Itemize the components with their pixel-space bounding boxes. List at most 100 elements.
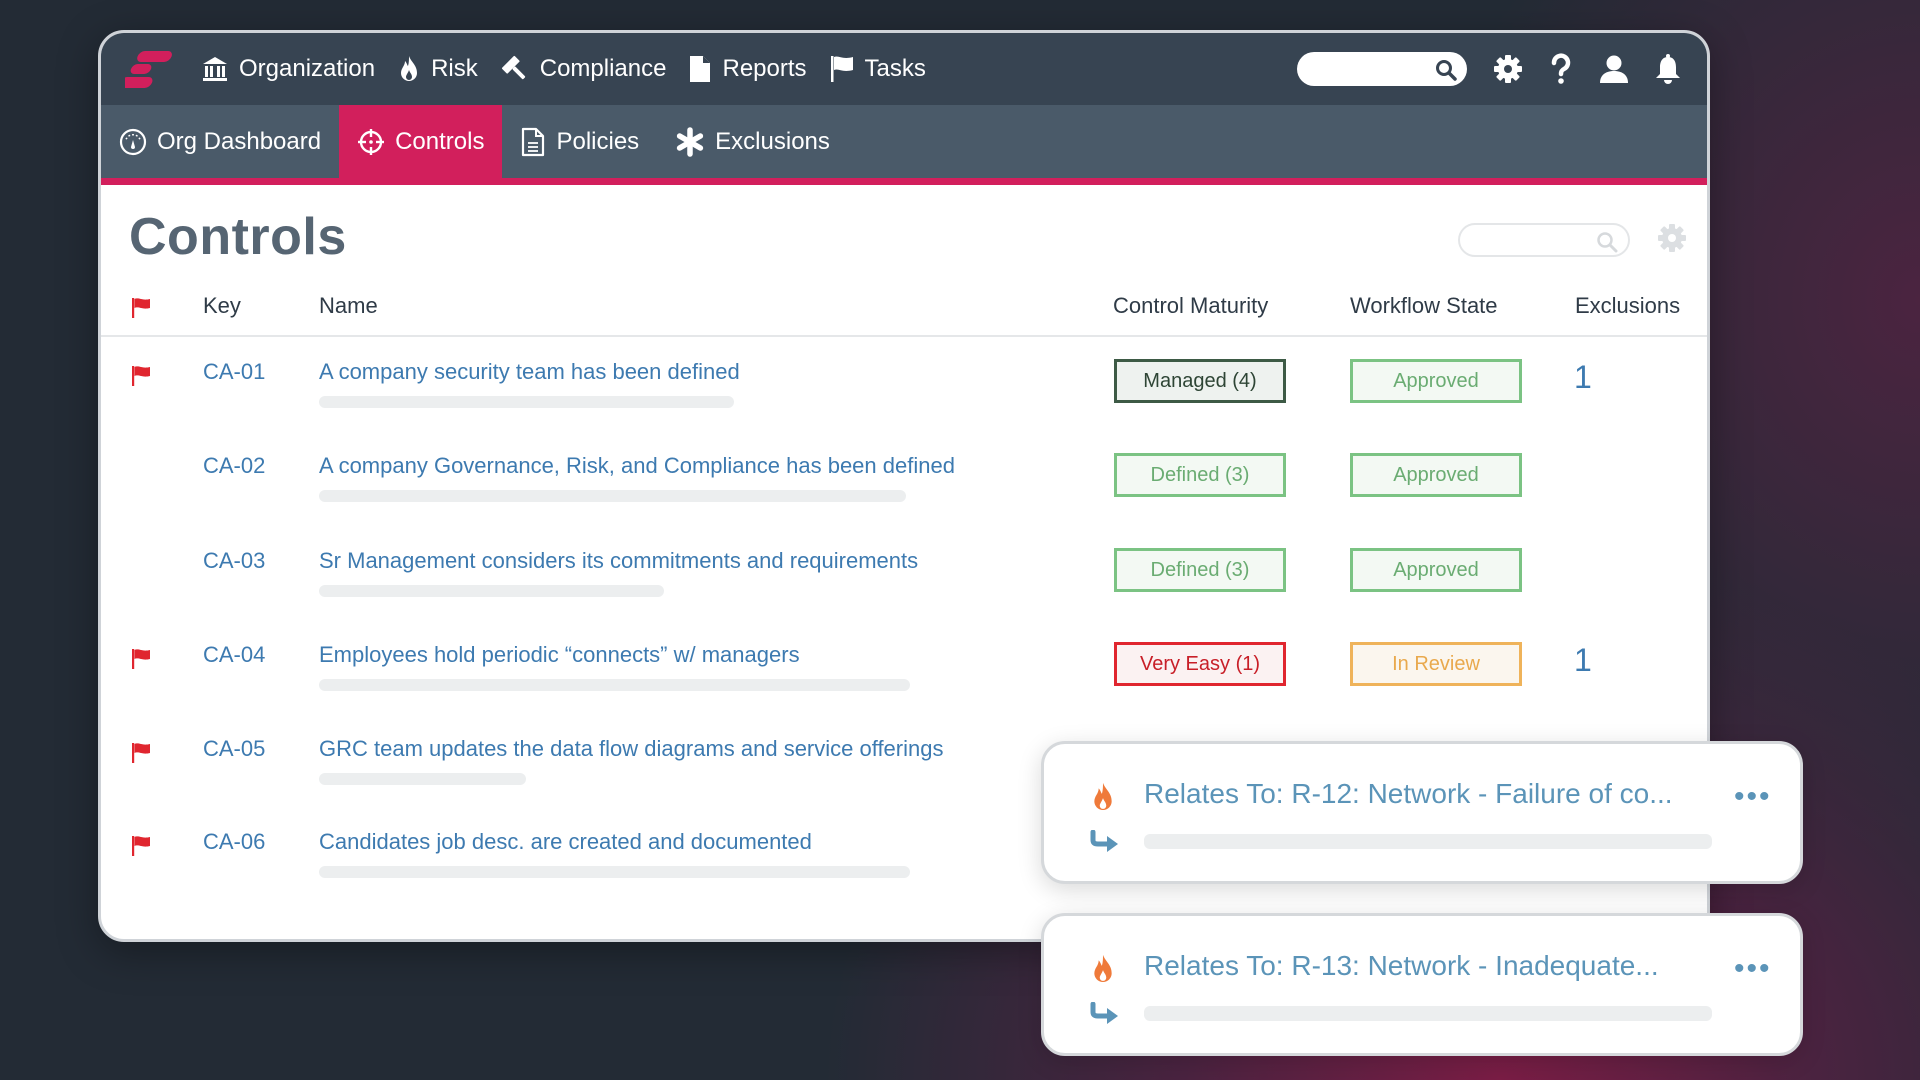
table-search-input[interactable] bbox=[1460, 225, 1590, 255]
tab-policies-label: Policies bbox=[556, 127, 640, 155]
control-name-link[interactable]: GRC team updates the data flow diagrams … bbox=[319, 736, 943, 762]
dashboard-icon bbox=[119, 128, 147, 155]
settings-button[interactable] bbox=[1493, 54, 1523, 84]
help-icon bbox=[1551, 53, 1571, 84]
bank-icon bbox=[203, 57, 227, 81]
table-header: Key Name Control Maturity Workflow State… bbox=[101, 277, 1707, 337]
nav-risk[interactable]: Risk bbox=[397, 54, 478, 84]
table-row[interactable]: CA-04 Employees hold periodic “connects” … bbox=[101, 624, 1707, 718]
tab-exclusions[interactable]: Exclusions bbox=[657, 105, 848, 178]
column-header-exclusions[interactable]: Exclusions bbox=[1575, 293, 1680, 319]
maturity-badge[interactable]: Managed (4) bbox=[1114, 359, 1286, 403]
workflow-state-badge[interactable]: In Review bbox=[1350, 642, 1522, 686]
nav-tasks-label: Tasks bbox=[864, 55, 926, 82]
nav-organization-label: Organization bbox=[239, 55, 376, 82]
table-row[interactable]: CA-03 Sr Management considers its commitm… bbox=[101, 530, 1707, 624]
related-risk-link[interactable]: Relates To: R-13: Network - Inadequate..… bbox=[1144, 950, 1659, 982]
maturity-badge[interactable]: Very Easy (1) bbox=[1114, 642, 1286, 686]
control-key-link[interactable]: CA-05 bbox=[203, 736, 265, 762]
nav-reports-label: Reports bbox=[722, 55, 807, 82]
relation-description-placeholder bbox=[1144, 1006, 1712, 1021]
related-risk-card[interactable]: Relates To: R-13: Network - Inadequate..… bbox=[1041, 913, 1803, 1056]
risk-icon bbox=[1090, 780, 1116, 819]
workflow-state-badge[interactable]: Approved bbox=[1350, 359, 1522, 403]
table-row[interactable]: CA-01 A company security team has been de… bbox=[101, 341, 1707, 435]
top-nav: Organization Risk Compliance Reports Tas… bbox=[101, 33, 1707, 105]
tab-org-dashboard[interactable]: Org Dashboard bbox=[101, 105, 339, 178]
bell-icon bbox=[1656, 54, 1680, 84]
nav-organization[interactable]: Organization bbox=[201, 55, 375, 83]
tab-controls[interactable]: Controls bbox=[339, 105, 503, 178]
fire-icon bbox=[1094, 782, 1112, 810]
workflow-state-badge[interactable]: Approved bbox=[1350, 453, 1522, 497]
tab-org-dashboard-label: Org Dashboard bbox=[157, 127, 322, 155]
control-name-link[interactable]: A company Governance, Risk, and Complian… bbox=[319, 453, 955, 479]
user-icon bbox=[1600, 55, 1628, 83]
file-icon bbox=[690, 56, 711, 82]
description-placeholder bbox=[319, 490, 906, 502]
flag-icon bbox=[132, 366, 150, 386]
control-name-link[interactable]: A company security team has been defined bbox=[319, 359, 740, 385]
control-key-link[interactable]: CA-01 bbox=[203, 359, 265, 385]
relation-description-placeholder bbox=[1144, 834, 1712, 849]
control-key-link[interactable]: CA-02 bbox=[203, 453, 265, 479]
table-row[interactable]: CA-02 A company Governance, Risk, and Com… bbox=[101, 435, 1707, 529]
column-header-key[interactable]: Key bbox=[203, 293, 241, 319]
tab-exclusions-label: Exclusions bbox=[715, 127, 830, 155]
flag-icon bbox=[132, 649, 150, 669]
search-icon[interactable] bbox=[1596, 231, 1618, 253]
nav-compliance[interactable]: Compliance bbox=[500, 54, 667, 84]
nav-risk-label: Risk bbox=[431, 55, 478, 82]
profile-button[interactable] bbox=[1599, 54, 1629, 84]
flagged-indicator[interactable] bbox=[131, 648, 151, 675]
workflow-state-badge[interactable]: Approved bbox=[1350, 548, 1522, 592]
help-button[interactable] bbox=[1549, 53, 1573, 85]
search-icon[interactable] bbox=[1435, 59, 1457, 81]
description-placeholder bbox=[319, 679, 910, 691]
risk-icon bbox=[1090, 952, 1116, 991]
control-name-link[interactable]: Employees hold periodic “connects” w/ ma… bbox=[319, 642, 800, 668]
top-nav-tools bbox=[1297, 33, 1681, 105]
more-options-button[interactable]: ••• bbox=[1734, 952, 1772, 986]
related-risk-link[interactable]: Relates To: R-12: Network - Failure of c… bbox=[1144, 778, 1673, 810]
control-key-link[interactable]: CA-03 bbox=[203, 548, 265, 574]
table-search[interactable] bbox=[1458, 223, 1630, 257]
nav-tasks[interactable]: Tasks bbox=[829, 54, 926, 84]
notifications-button[interactable] bbox=[1655, 53, 1681, 85]
column-header-workflow-state[interactable]: Workflow State bbox=[1350, 293, 1498, 319]
flag-icon bbox=[132, 836, 150, 856]
control-key-link[interactable]: CA-04 bbox=[203, 642, 265, 668]
fire-icon bbox=[1094, 954, 1112, 982]
crosshair-icon bbox=[358, 128, 385, 155]
exclusions-count-link[interactable]: 1 bbox=[1574, 359, 1592, 396]
flag-column-header[interactable] bbox=[131, 297, 151, 325]
flagged-indicator[interactable] bbox=[131, 742, 151, 769]
control-name-link[interactable]: Candidates job desc. are created and doc… bbox=[319, 829, 812, 855]
redirect-arrow-icon bbox=[1090, 829, 1118, 852]
control-name-link[interactable]: Sr Management considers its commitments … bbox=[319, 548, 918, 574]
column-header-name[interactable]: Name bbox=[319, 293, 378, 319]
sub-nav: Org Dashboard Controls Policies Exclusio… bbox=[101, 105, 1707, 178]
global-search-input[interactable] bbox=[1297, 52, 1427, 86]
flag-icon bbox=[830, 56, 853, 82]
document-icon bbox=[522, 127, 545, 156]
flag-icon bbox=[132, 298, 150, 318]
exclusions-count-link[interactable]: 1 bbox=[1574, 642, 1592, 679]
tab-controls-label: Controls bbox=[395, 127, 485, 155]
logo-icon[interactable] bbox=[125, 47, 185, 91]
related-risk-card[interactable]: Relates To: R-12: Network - Failure of c… bbox=[1041, 741, 1803, 884]
gavel-icon bbox=[501, 55, 525, 80]
nav-reports[interactable]: Reports bbox=[688, 54, 807, 84]
flagged-indicator[interactable] bbox=[131, 835, 151, 862]
more-options-button[interactable]: ••• bbox=[1734, 780, 1772, 814]
control-key-link[interactable]: CA-06 bbox=[203, 829, 265, 855]
maturity-badge[interactable]: Defined (3) bbox=[1114, 453, 1286, 497]
table-settings-button[interactable] bbox=[1657, 223, 1687, 258]
tab-policies[interactable]: Policies bbox=[502, 105, 657, 178]
global-search[interactable] bbox=[1297, 52, 1467, 86]
flagged-indicator[interactable] bbox=[131, 365, 151, 392]
nav-compliance-label: Compliance bbox=[539, 55, 667, 82]
gear-icon bbox=[1494, 55, 1522, 83]
column-header-control-maturity[interactable]: Control Maturity bbox=[1113, 293, 1268, 319]
maturity-badge[interactable]: Defined (3) bbox=[1114, 548, 1286, 592]
